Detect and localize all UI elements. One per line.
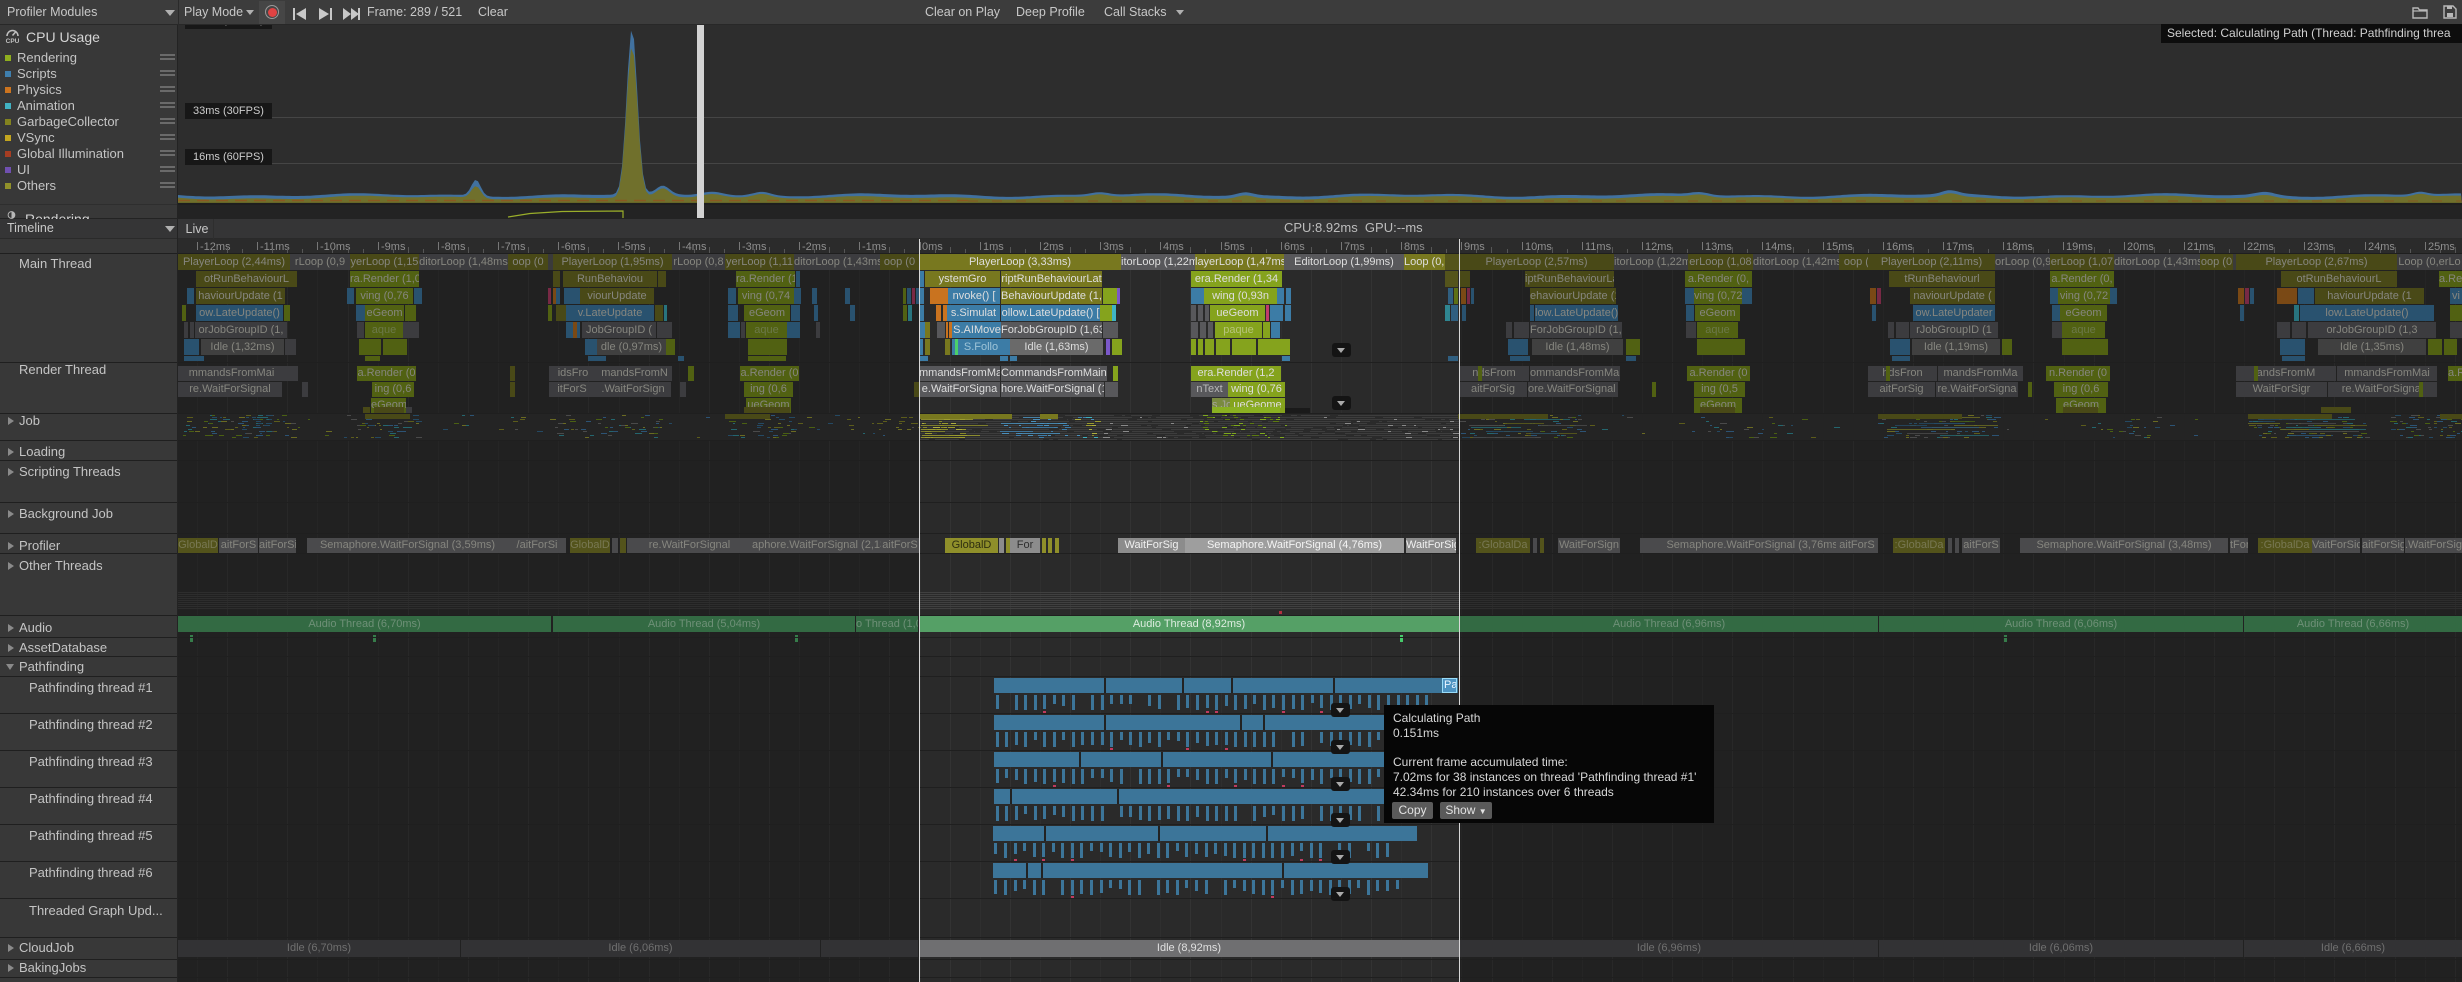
svg-text:CPU: CPU	[6, 38, 20, 44]
